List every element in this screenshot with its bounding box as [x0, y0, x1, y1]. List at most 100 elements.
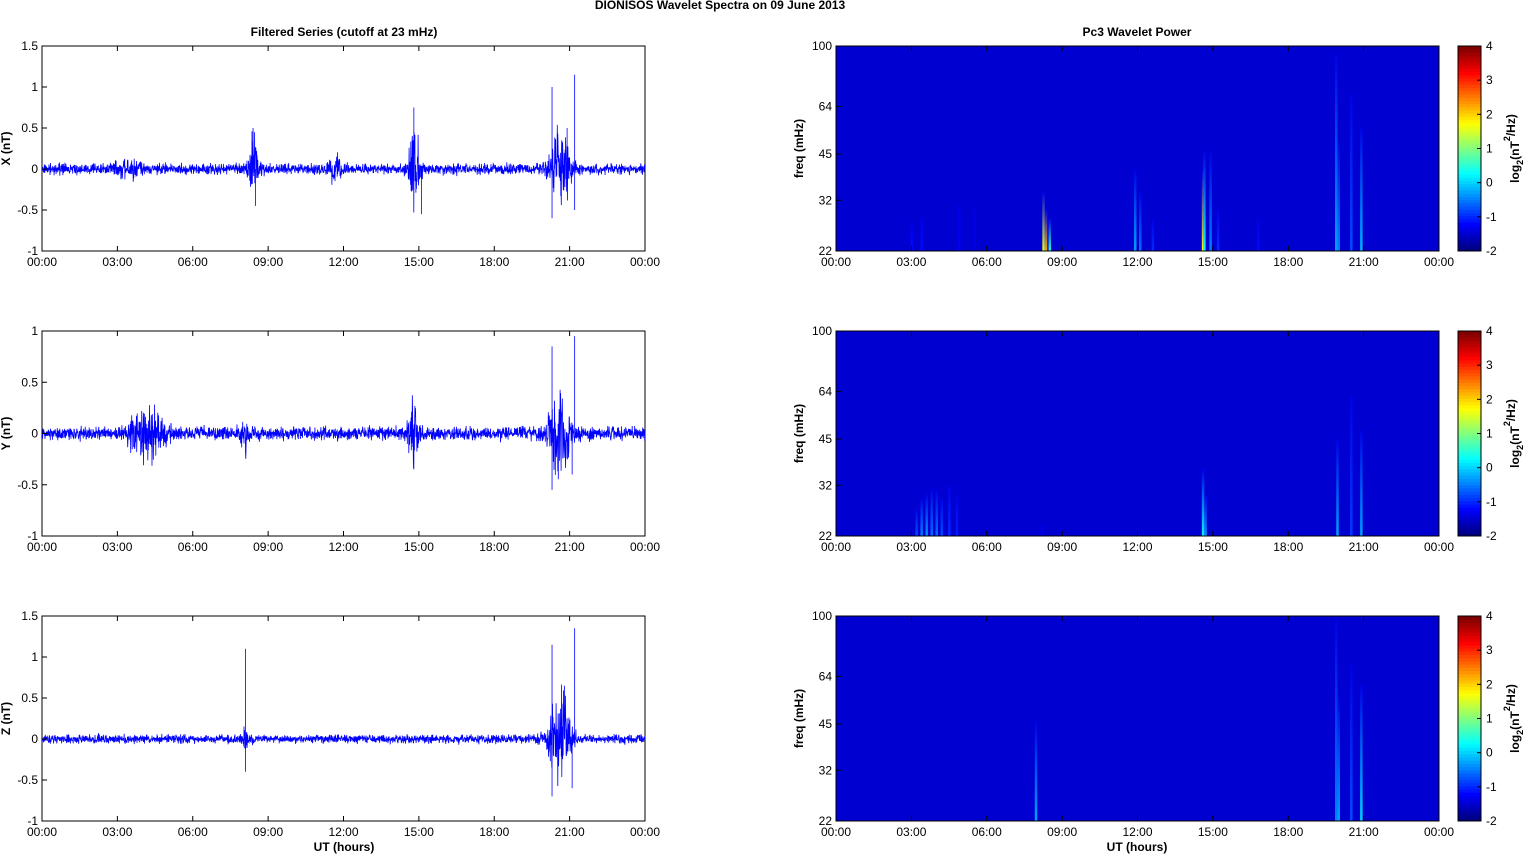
colorbar-segment	[1458, 763, 1481, 768]
colorbar-segment	[1458, 670, 1481, 675]
colorbar-segment	[1458, 462, 1481, 467]
colorbar-segment	[1458, 776, 1481, 780]
y-axis-label: Y (nT)	[0, 417, 13, 451]
x-tick-label: 12:00	[328, 255, 358, 269]
colorbar-segment	[1458, 55, 1481, 60]
x-tick-label: 09:00	[253, 825, 283, 839]
power-event	[948, 485, 951, 536]
colorbar-segment	[1458, 513, 1481, 518]
colorbar-segment	[1458, 238, 1481, 242]
colorbar-segment	[1458, 724, 1481, 729]
colorbar-segment	[1458, 792, 1481, 796]
power-event	[955, 494, 959, 536]
power-event	[1334, 52, 1338, 252]
power-event	[1336, 439, 1339, 536]
colorbar-segment	[1458, 337, 1481, 342]
colorbar-segment	[1458, 692, 1481, 697]
x-tick-label: 03:00	[896, 540, 926, 554]
left-column-title: Filtered Series (cutoff at 23 mHz)	[251, 25, 438, 39]
colorbar-segment	[1458, 740, 1481, 745]
colorbar-segment	[1458, 423, 1481, 428]
power-event	[1360, 430, 1363, 536]
colorbar-segment	[1458, 747, 1481, 752]
colorbar-segment	[1458, 484, 1481, 489]
x-tick-label: 03:00	[102, 825, 132, 839]
colorbar-tick-label: 4	[1486, 39, 1493, 53]
colorbar-tick-label: -2	[1486, 244, 1497, 258]
x-tick-label: 21:00	[555, 540, 585, 554]
colorbar-segment	[1458, 756, 1481, 761]
colorbar-segment	[1458, 766, 1481, 771]
colorbar-segment	[1458, 616, 1481, 620]
figure-title: DIONISOS Wavelet Spectra on 09 June 2013	[595, 0, 846, 12]
x-tick-label: 12:00	[1122, 825, 1152, 839]
colorbar-segment	[1458, 372, 1481, 377]
colorbar-segment	[1458, 814, 1481, 819]
colorbar-label-part: (nT	[1508, 426, 1522, 445]
colorbar-segment	[1458, 510, 1481, 515]
power-event	[1034, 721, 1038, 821]
y-tick-label: 1.5	[21, 39, 38, 53]
colorbar-segment	[1458, 529, 1481, 534]
colorbar-segment	[1458, 218, 1481, 223]
colorbar-tick-label: 1	[1486, 427, 1493, 441]
colorbar-segment	[1458, 199, 1481, 204]
colorbar-segment	[1458, 491, 1481, 495]
colorbar-segment	[1458, 439, 1481, 444]
y-tick-label: 0.5	[21, 691, 38, 705]
series-panel-z: 1.510.50-0.5-100:00 03:00 06:00 09:00 12:00 1…	[0, 609, 660, 839]
x-tick-label: 06:00	[972, 255, 1002, 269]
x-tick-label: 00:00	[1424, 255, 1454, 269]
y-tick-label: 64	[819, 384, 833, 398]
figure: DIONISOS Wavelet Spectra on 09 June 2013…	[0, 0, 1525, 854]
colorbar-segment	[1458, 97, 1481, 101]
power-event	[1048, 218, 1052, 251]
colorbar-segment	[1458, 708, 1481, 713]
x-tick-label: 15:00	[1198, 255, 1228, 269]
colorbar-segment	[1458, 526, 1481, 531]
power-event	[973, 209, 976, 251]
y-axis-label: freq (mHz)	[792, 404, 806, 463]
colorbar-segment	[1458, 660, 1481, 665]
colorbar-tick-label: 0	[1486, 746, 1493, 760]
x-tick-label: 21:00	[555, 825, 585, 839]
colorbar-segment	[1458, 788, 1481, 793]
colorbar-segment	[1458, 225, 1481, 230]
x-tick-label: 00:00	[27, 825, 57, 839]
colorbar-segment	[1458, 712, 1481, 716]
power-event	[1133, 170, 1137, 251]
colorbar-segment	[1458, 100, 1481, 105]
x-tick-label: 15:00	[1198, 540, 1228, 554]
colorbar-segment	[1458, 728, 1481, 732]
series-panel-y: 10.50-0.5-100:00 03:00 06:00 09:00 12:00 15:0…	[0, 324, 660, 554]
colorbar-segment	[1458, 516, 1481, 521]
power-event	[1360, 685, 1363, 821]
colorbar-label-part: /Hz)	[1504, 114, 1518, 136]
colorbar-segment	[1458, 737, 1481, 742]
y-tick-label: 0	[31, 162, 38, 176]
colorbar-segment	[1458, 436, 1481, 441]
colorbar-segment	[1458, 654, 1481, 659]
right-column-title: Pc3 Wavelet Power	[1083, 25, 1192, 39]
y-tick-label: -0.5	[17, 203, 38, 217]
colorbar-label-part: log	[1508, 165, 1522, 183]
x-tick-label: 00:00	[821, 825, 851, 839]
colorbar-segment	[1458, 676, 1481, 681]
colorbar-segment	[1458, 84, 1481, 89]
x-tick-label: 18:00	[479, 825, 509, 839]
colorbar-segment	[1458, 651, 1481, 655]
y-tick-label: 45	[819, 432, 833, 446]
x-tick-label: 06:00	[178, 255, 208, 269]
colorbar-segment	[1458, 718, 1481, 723]
x-tick-label: 15:00	[404, 540, 434, 554]
colorbar-tick-label: 1	[1486, 142, 1493, 156]
colorbar-segment	[1458, 343, 1481, 348]
y-axis-label: freq (mHz)	[792, 119, 806, 178]
colorbar-segment	[1458, 138, 1481, 143]
colorbar-segment	[1458, 209, 1481, 214]
colorbar-segment	[1458, 151, 1481, 156]
colorbar-segment	[1458, 126, 1481, 130]
colorbar-segment	[1458, 103, 1481, 108]
colorbar-segment	[1458, 455, 1481, 460]
power-event	[935, 489, 938, 536]
